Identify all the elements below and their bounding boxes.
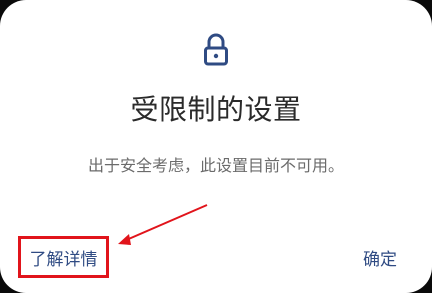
ok-button[interactable]: 确定: [360, 243, 400, 271]
restricted-settings-dialog: 受限制的设置 出于安全考虑，此设置目前不可用。 了解详情 确定: [0, 0, 432, 293]
lock-icon: [204, 33, 228, 66]
dialog-message: 出于安全考虑，此设置目前不可用。: [87, 156, 344, 175]
dialog-title: 受限制的设置: [130, 93, 302, 126]
learn-more-button[interactable]: 了解详情: [18, 236, 109, 278]
